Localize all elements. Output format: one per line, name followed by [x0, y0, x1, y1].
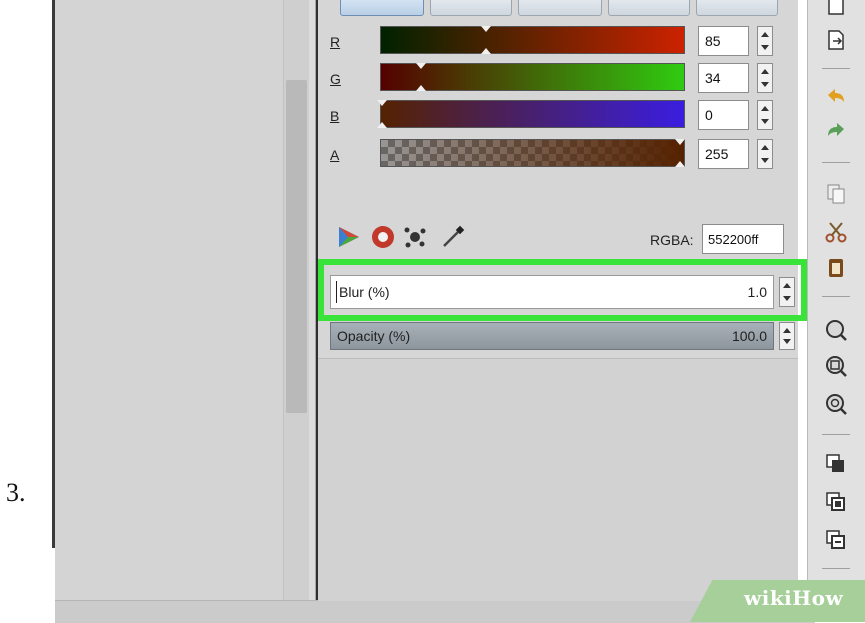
- step-number: 3.: [6, 478, 26, 507]
- channel-g-slider[interactable]: [380, 63, 685, 91]
- blur-stepper[interactable]: [779, 277, 795, 307]
- duplicate-icon[interactable]: [824, 452, 848, 476]
- scrollbar-thumb[interactable]: [286, 80, 307, 413]
- blur-value[interactable]: 1.0: [748, 284, 767, 300]
- blur-spinbox[interactable]: Blur (%) 1.0: [330, 275, 774, 309]
- rgb-triangle-icon[interactable]: [336, 224, 362, 250]
- slider-marker: [377, 122, 387, 128]
- commands-toolbar: [807, 0, 865, 622]
- undo-icon[interactable]: [824, 84, 848, 108]
- tab-cmyk[interactable]: [518, 0, 602, 16]
- cut-icon[interactable]: [824, 220, 848, 244]
- wheel-icon[interactable]: [370, 224, 396, 250]
- slider-marker: [377, 100, 387, 106]
- toolbar-separator: [822, 68, 850, 69]
- eyedropper-icon[interactable]: [440, 224, 466, 250]
- zoom-drawing-icon[interactable]: [824, 354, 848, 378]
- opacity-value[interactable]: 100.0: [732, 328, 767, 344]
- blur-label: Blur (%): [339, 284, 390, 300]
- watermark-logo: wikiHow: [744, 586, 844, 610]
- channel-a-stepper[interactable]: [757, 139, 773, 169]
- paste-icon[interactable]: [824, 256, 848, 280]
- slider-marker: [416, 63, 426, 69]
- canvas-area[interactable]: [55, 0, 283, 600]
- opacity-label: Opacity (%): [337, 328, 411, 344]
- zoom-selection-icon[interactable]: [824, 318, 848, 342]
- channel-g-input[interactable]: 34: [698, 63, 749, 93]
- slider-marker: [481, 26, 491, 32]
- channel-r-slider[interactable]: [380, 26, 685, 54]
- panel-empty-area: [318, 358, 798, 601]
- toolbar-separator: [822, 162, 850, 163]
- channel-b-slider[interactable]: [377, 100, 685, 128]
- channel-r-input[interactable]: 85: [698, 26, 749, 56]
- opacity-stepper[interactable]: [779, 322, 795, 350]
- panel-splitter[interactable]: [309, 0, 316, 600]
- slider-marker: [675, 139, 685, 145]
- slider-marker: [416, 85, 426, 91]
- channel-r-label: R: [330, 34, 341, 50]
- toolbar-separator: [822, 434, 850, 435]
- tab-hsl[interactable]: [430, 0, 512, 16]
- zoom-page-icon[interactable]: [824, 392, 848, 416]
- opacity-spinbox[interactable]: Opacity (%) 100.0: [330, 322, 774, 350]
- channel-g-stepper[interactable]: [757, 63, 773, 93]
- rgba-label: RGBA:: [650, 232, 694, 248]
- slider-marker: [481, 48, 491, 54]
- copy-icon[interactable]: [824, 182, 848, 206]
- unlink-clone-icon[interactable]: [824, 528, 848, 552]
- channel-r-stepper[interactable]: [757, 26, 773, 56]
- channel-a-slider[interactable]: [380, 139, 685, 167]
- channel-a-label: A: [330, 147, 340, 163]
- channel-b-label: B: [330, 108, 340, 124]
- clone-icon[interactable]: [824, 490, 848, 514]
- rgba-input[interactable]: 552200ff: [702, 224, 784, 254]
- vertical-scrollbar[interactable]: [283, 0, 309, 600]
- splash-icon[interactable]: [402, 224, 428, 250]
- channel-g-label: G: [330, 71, 341, 87]
- toolbar-separator: [822, 568, 850, 569]
- redo-icon[interactable]: [824, 118, 848, 142]
- channel-a-input[interactable]: 255: [698, 139, 749, 169]
- text-cursor: [336, 281, 337, 303]
- channel-b-input[interactable]: 0: [698, 100, 749, 130]
- tab-wheel[interactable]: [608, 0, 690, 16]
- tab-rgb[interactable]: [340, 0, 424, 16]
- export-icon[interactable]: [824, 28, 848, 52]
- toolbar-separator: [822, 296, 850, 297]
- document-icon[interactable]: [824, 0, 848, 18]
- channel-b-stepper[interactable]: [757, 100, 773, 130]
- slider-marker: [675, 161, 685, 167]
- tab-cms[interactable]: [696, 0, 778, 16]
